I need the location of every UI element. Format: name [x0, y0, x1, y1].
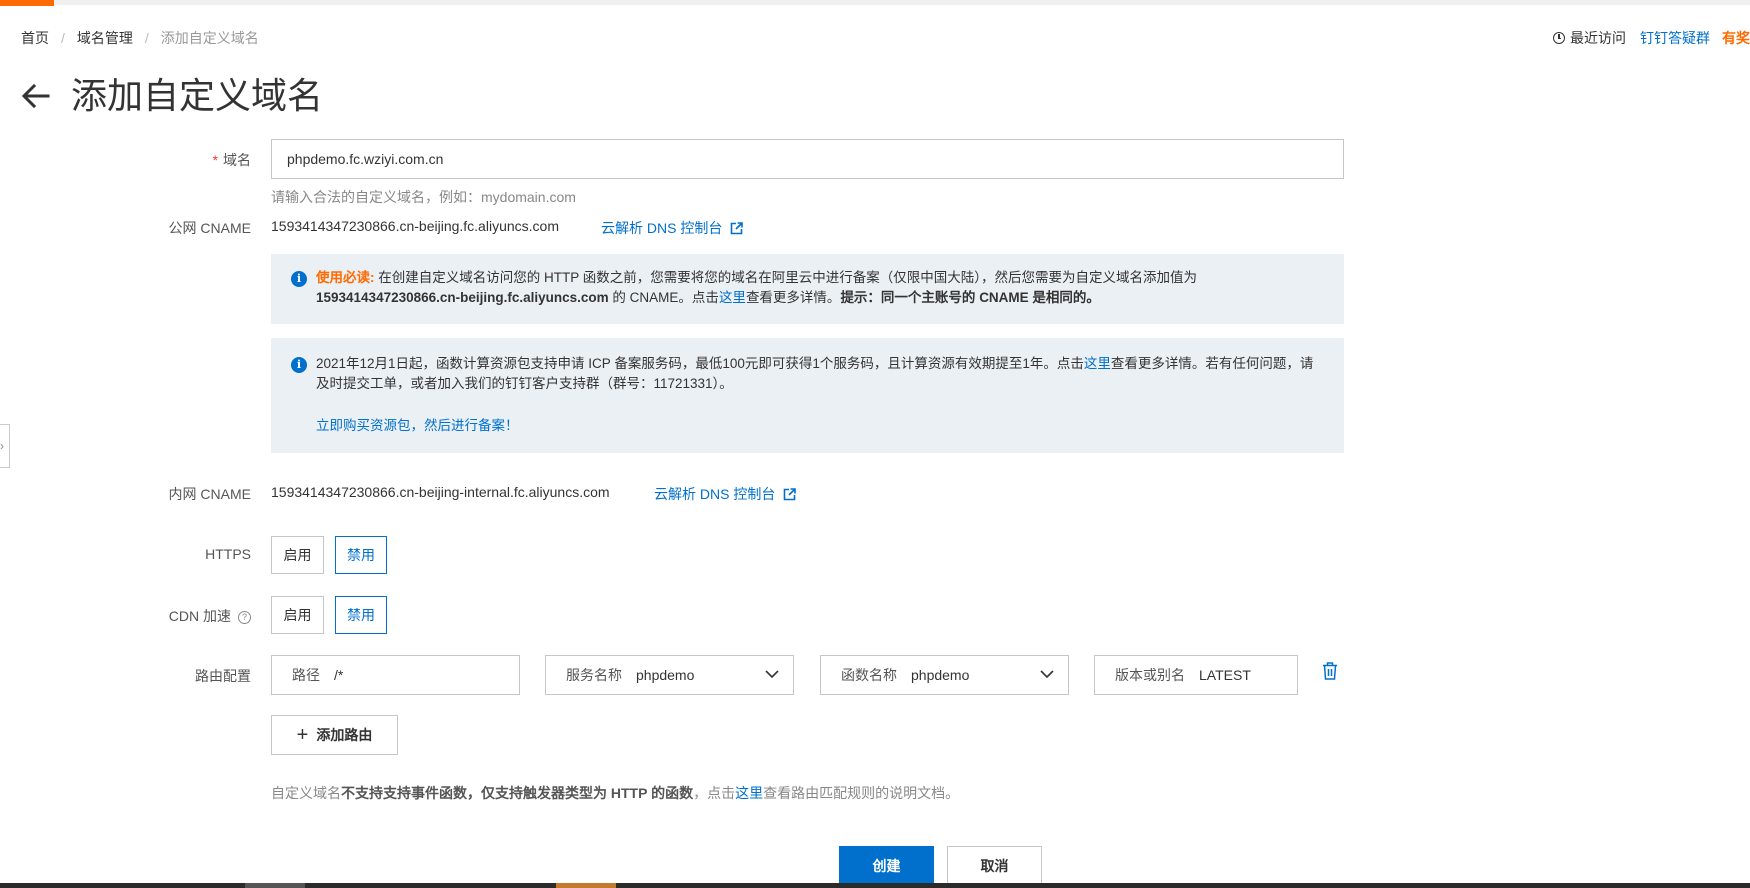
buy-resource-pack-link[interactable]: 立即购买资源包，然后进行备案！ — [316, 418, 519, 433]
back-arrow-icon[interactable] — [20, 80, 52, 112]
trash-icon[interactable] — [1322, 662, 1338, 680]
version-alias-value: LATEST — [1199, 667, 1251, 683]
taskbar-strip — [0, 883, 1750, 888]
recent-visits-label: 最近访问 — [1570, 30, 1626, 46]
add-route-label: 添加路由 — [316, 727, 373, 743]
icp-here-link[interactable]: 这里 — [1084, 356, 1111, 371]
top-accent — [0, 0, 54, 6]
footer-note-text-3: 查看路由匹配规则的说明文档。 — [763, 785, 960, 801]
notice-text-3: 查看更多详情。 — [745, 290, 841, 305]
footer-note-text-2: ，点击 — [693, 785, 736, 801]
breadcrumb-separator: / — [61, 30, 65, 46]
notice-text-2: 的 CNAME。点击 — [608, 290, 719, 305]
service-name-key: 服务名称 — [566, 667, 622, 683]
internal-cname-label: 内网 CNAME — [168, 486, 251, 502]
domain-label: * 域名 — [213, 150, 251, 170]
route-path-key: 路径 — [292, 667, 320, 683]
cdn-disable-button[interactable]: 禁用 — [335, 596, 387, 634]
chevron-down-icon — [1040, 670, 1054, 679]
breadcrumb-domain-management[interactable]: 域名管理 — [77, 28, 133, 48]
notice-here-link[interactable]: 这里 — [719, 290, 746, 305]
recent-visits-button[interactable]: 最近访问 — [1553, 28, 1626, 48]
breadcrumb: 首页 / 域名管理 / 添加自定义域名 — [21, 28, 259, 48]
footer-note-text-1: 自定义域名 — [271, 785, 341, 801]
reward-link[interactable]: 有奖 — [1722, 28, 1750, 48]
notice-icp: i 2021年12月1日起，函数计算资源包支持申请 ICP 备案服务码，最低10… — [271, 338, 1344, 453]
side-panel-toggle[interactable]: › — [0, 424, 10, 468]
domain-hint: 请输入合法的自定义域名，例如：mydomain.com — [271, 189, 576, 205]
breadcrumb-current: 添加自定义域名 — [160, 30, 259, 46]
route-path-input[interactable]: 路径 /* — [271, 655, 520, 695]
internal-cname-value: 1593414347230866.cn-beijing-internal.fc.… — [271, 484, 610, 500]
route-footer-note: 自定义域名不支持支持事件函数，仅支持触发器类型为 HTTP 的函数，点击这里查看… — [271, 783, 959, 803]
notice-must-read: i 使用必读: 在创建自定义域名访问您的 HTTP 函数之前，您需要将您的域名在… — [271, 254, 1344, 324]
dingtalk-group-link[interactable]: 钉钉答疑群 — [1640, 28, 1710, 48]
public-cname-label: 公网 CNAME — [168, 220, 251, 236]
https-label: HTTPS — [205, 546, 251, 562]
function-name-value: phpdemo — [911, 667, 970, 683]
internal-dns-console-link[interactable]: 云解析 DNS 控制台 — [654, 484, 797, 504]
cancel-button[interactable]: 取消 — [947, 846, 1042, 886]
function-name-select[interactable]: 函数名称 phpdemo — [820, 655, 1069, 695]
footer-note-bold: 不支持支持事件函数，仅支持触发器类型为 HTTP 的函数 — [341, 785, 694, 801]
notice-text-1: 在创建自定义域名访问您的 HTTP 函数之前，您需要将您的域名在阿里云中进行备案… — [374, 270, 1198, 285]
external-link-icon — [784, 487, 797, 500]
route-config-label: 路由配置 — [195, 668, 251, 684]
top-progress-bar — [0, 0, 1750, 5]
cdn-label: CDN 加速? — [169, 606, 251, 626]
https-enable-button[interactable]: 启用 — [271, 536, 324, 574]
notice-tip: 提示：同一个主账号的 CNAME 是相同的。 — [840, 290, 1100, 305]
chevron-right-icon: › — [0, 439, 4, 453]
required-mark: * — [212, 152, 218, 168]
plus-icon: + — [296, 724, 309, 746]
notice-lead: 使用必读: — [316, 270, 375, 285]
icp-text-1: 2021年12月1日起，函数计算资源包支持申请 ICP 备案服务码，最低100元… — [316, 356, 1084, 371]
taskbar-segment — [556, 883, 616, 888]
public-dns-console-link[interactable]: 云解析 DNS 控制台 — [601, 218, 744, 238]
taskbar-segment — [245, 883, 305, 888]
cdn-label-text: CDN 加速 — [168, 608, 231, 624]
create-button[interactable]: 创建 — [839, 846, 934, 886]
footer-note-here-link[interactable]: 这里 — [735, 785, 763, 801]
domain-input[interactable] — [271, 139, 1344, 179]
chevron-down-icon — [765, 670, 779, 679]
internal-dns-console-label: 云解析 DNS 控制台 — [654, 486, 776, 502]
clock-icon — [1553, 32, 1565, 44]
cdn-enable-button[interactable]: 启用 — [271, 596, 324, 634]
header-actions: 最近访问 钉钉答疑群 有奖 — [1553, 28, 1750, 48]
info-icon: i — [291, 357, 307, 373]
service-name-value: phpdemo — [636, 667, 695, 683]
https-disable-button[interactable]: 禁用 — [335, 536, 387, 574]
help-icon[interactable]: ? — [238, 611, 251, 624]
notice-cname: 1593414347230866.cn-beijing.fc.aliyuncs.… — [316, 290, 609, 305]
add-route-button[interactable]: + 添加路由 — [271, 715, 398, 755]
info-icon: i — [291, 271, 307, 287]
version-alias-key: 版本或别名 — [1115, 667, 1185, 683]
breadcrumb-separator: / — [144, 30, 149, 46]
page-title: 添加自定义域名 — [71, 75, 324, 116]
version-alias-input[interactable]: 版本或别名 LATEST — [1094, 655, 1298, 695]
external-link-icon — [731, 221, 744, 234]
route-path-value: /* — [334, 667, 344, 683]
function-name-key: 函数名称 — [841, 667, 897, 683]
breadcrumb-home[interactable]: 首页 — [21, 28, 49, 48]
public-cname-value: 1593414347230866.cn-beijing.fc.aliyuncs.… — [271, 218, 559, 234]
service-name-select[interactable]: 服务名称 phpdemo — [545, 655, 794, 695]
domain-label-text: 域名 — [223, 152, 251, 168]
public-dns-console-label: 云解析 DNS 控制台 — [601, 220, 723, 236]
